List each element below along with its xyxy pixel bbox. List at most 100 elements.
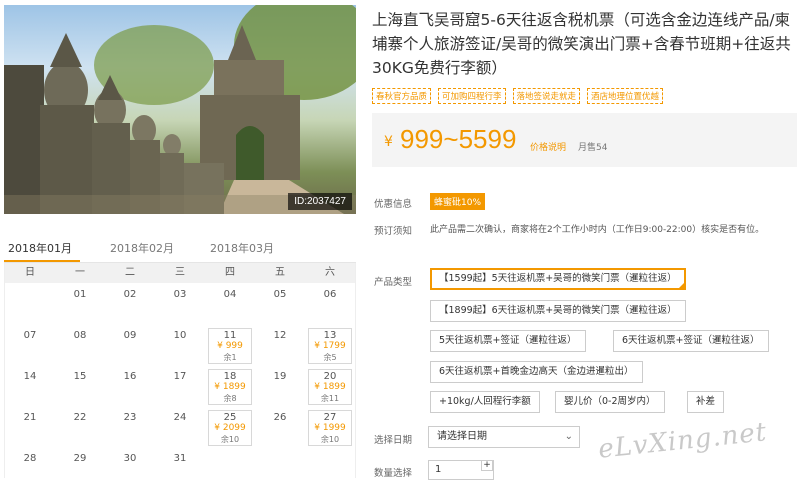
calendar-day-available[interactable]: 20 ¥ 1899 余11 [308, 369, 352, 405]
calendar-day [5, 285, 55, 326]
calendar-day-available[interactable]: 18 ¥ 1899 余8 [208, 369, 252, 405]
calendar-day: 17 [155, 367, 205, 408]
feature-tag: 春秋官方品质 [372, 88, 432, 104]
qty-label: 数量选择 [374, 468, 413, 479]
option-6day-phnom-penh[interactable]: 6天往返机票+首晚金边高天（金边进暹粒出） [430, 361, 643, 383]
date-select[interactable]: 请选择日期 ⌄ [428, 426, 580, 448]
day-number: 23 [123, 412, 137, 423]
day-remaining: 余5 [323, 353, 337, 362]
calendar-day: 19 [255, 367, 305, 408]
weekday-label: 三 [175, 267, 185, 278]
quantity-stepper[interactable]: 1 + [428, 460, 494, 480]
day-number: 21 [23, 412, 37, 423]
date-select-value: 请选择日期 [437, 431, 487, 442]
feature-tag: 落地签说走就走 [512, 88, 581, 104]
day-price: ¥ 1899 [314, 382, 346, 392]
calendar-day: 30 [105, 449, 155, 490]
option-5day-visa[interactable]: 5天往返机票+签证（暹粒往返） [430, 330, 586, 352]
weekday-header: 日 一 二 三 四 五 六 [5, 263, 355, 283]
day-number: 02 [123, 289, 137, 300]
day-number: 04 [223, 289, 237, 300]
day-remaining: 余1 [223, 353, 237, 362]
calendar-day: 24 [155, 408, 205, 449]
feature-tags: 春秋官方品质 可加购四程行李 落地签说走就走 酒店地理位置优越 [372, 88, 664, 104]
option-price-difference[interactable]: 补差 [687, 391, 725, 413]
day-price: ¥ 1999 [314, 423, 346, 433]
weekday-label: 二 [125, 267, 135, 278]
image-id-badge: ID:2037427 [288, 193, 352, 210]
month-tab-mar[interactable]: 2018年03月 [210, 240, 274, 256]
option-infant-price[interactable]: 婴儿价（0-2周岁内） [555, 391, 665, 413]
day-number: 29 [73, 453, 87, 464]
day-number: 03 [173, 289, 187, 300]
day-number: 18 [223, 371, 237, 382]
calendar-day: 15 [55, 367, 105, 408]
calendar-day: 29 [55, 449, 105, 490]
day-number: 07 [23, 330, 37, 341]
calendar-day: 06 [305, 285, 355, 326]
calendar-day: 02 [105, 285, 155, 326]
currency-symbol: ¥ [384, 134, 393, 150]
price-range: 999~5599 [400, 124, 517, 154]
calendar-day-available[interactable]: 11 ¥ 999 余1 [208, 328, 252, 364]
calendar-day: 31 [155, 449, 205, 490]
feature-tag: 酒店地理位置优越 [587, 88, 664, 104]
calendar-day: 09 [105, 326, 155, 367]
day-number: 25 [223, 412, 237, 423]
calendar-day: 28 [5, 449, 55, 490]
option-5day-smile-show[interactable]: 【1599起】5天往返机票+吴哥的微笑门票（暹粒往返） [430, 268, 686, 290]
day-number: 12 [273, 330, 287, 341]
product-photo: ID:2037427 [4, 5, 356, 214]
calendar-day [205, 449, 255, 490]
option-6day-smile-show[interactable]: 【1899起】6天往返机票+吴哥的微笑门票（暹粒往返） [430, 300, 686, 322]
day-remaining: 余11 [320, 394, 340, 403]
day-number: 31 [173, 453, 187, 464]
plus-icon[interactable]: + [481, 460, 493, 471]
calendar-day-available[interactable]: 27 ¥ 1999 余10 [308, 410, 352, 446]
date-label: 选择日期 [374, 435, 413, 446]
option-extra-baggage[interactable]: +10kg/人回程行李额 [430, 391, 540, 413]
product-title: 上海直飞吴哥窟5-6天往返含税机票（可选含金边连线产品/柬埔寨个人旅游签证/吴哥… [372, 11, 791, 77]
calendar-day: 16 [105, 367, 155, 408]
day-number: 15 [73, 371, 87, 382]
calendar-day: 08 [55, 326, 105, 367]
calendar-day [255, 449, 305, 490]
weekday-label: 一 [75, 267, 85, 278]
calendar-day-available[interactable]: 13 ¥ 1799 余5 [308, 328, 352, 364]
weekday-label: 日 [25, 267, 35, 278]
calendar-day: 03 [155, 285, 205, 326]
calendar-day-available[interactable]: 25 ¥ 2099 余10 [208, 410, 252, 446]
price-explain-link[interactable]: 价格说明 [530, 140, 566, 153]
month-tab-feb[interactable]: 2018年02月 [110, 240, 174, 256]
day-remaining: 余10 [220, 435, 240, 444]
day-number: 19 [273, 371, 287, 382]
calendar-day: 21 [5, 408, 55, 449]
day-price: ¥ 1799 [314, 341, 346, 351]
calendar-day: 22 [55, 408, 105, 449]
promo-label: 优惠信息 [374, 199, 413, 210]
day-number: 05 [273, 289, 287, 300]
day-number: 16 [123, 371, 137, 382]
chevron-down-icon: ⌄ [564, 431, 573, 442]
day-number: 11 [223, 330, 237, 341]
day-remaining: 余10 [320, 435, 340, 444]
day-number: 26 [273, 412, 287, 423]
calendar-day: 12 [255, 326, 305, 367]
day-number: 17 [173, 371, 187, 382]
month-tab-jan[interactable]: 2018年01月 [8, 240, 72, 256]
day-number: 06 [323, 289, 337, 300]
angkor-gate-image [4, 5, 356, 214]
feature-tag: 可加购四程行李 [438, 88, 506, 104]
notice-text: 此产品需二次确认，商家将在2个工作小时内（工作日9:00-22:00）核实是否有… [430, 225, 765, 235]
day-number: 10 [173, 330, 187, 341]
weekday-label: 四 [225, 267, 235, 278]
day-number: 01 [73, 289, 87, 300]
day-number: 14 [23, 371, 37, 382]
day-number: 30 [123, 453, 137, 464]
quantity-value: 1 [435, 464, 442, 475]
day-number: 28 [23, 453, 37, 464]
calendar-day: 14 [5, 367, 55, 408]
day-number: 20 [323, 371, 337, 382]
option-6day-visa[interactable]: 6天往返机票+签证（暹粒往返） [613, 330, 769, 352]
calendar-day: 01 [55, 285, 105, 326]
